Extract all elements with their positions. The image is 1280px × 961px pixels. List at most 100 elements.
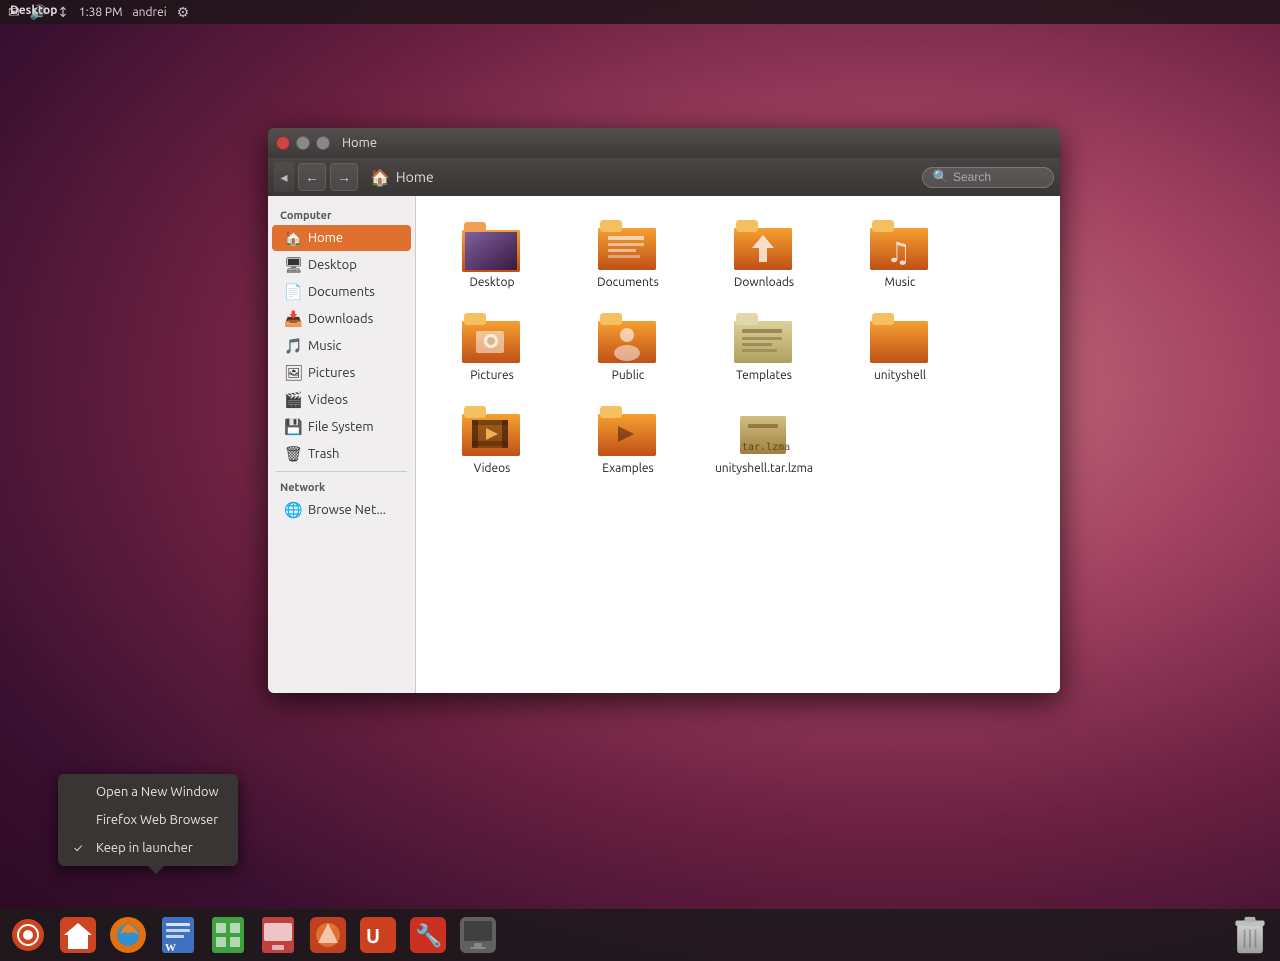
maximize-button[interactable] (316, 136, 330, 150)
minimize-button[interactable] (296, 136, 310, 150)
file-label-documents: Documents (597, 276, 659, 289)
sidebar-item-downloads[interactable]: 📥 Downloads (272, 306, 411, 332)
context-menu-label-new-window: Open a New Window (96, 785, 219, 799)
taskbar-icon-calc[interactable] (204, 911, 252, 959)
sidebar-item-browsenet-label: Browse Net... (308, 503, 386, 517)
taskbar-icon-tools[interactable]: 🔧 (404, 911, 452, 959)
file-item-public[interactable]: Public (568, 305, 688, 390)
sidebar-computer-label: Computer (268, 204, 415, 224)
taskbar-icon-firefox[interactable] (104, 911, 152, 959)
search-icon: 🔍 (933, 170, 949, 185)
taskbar-icon-impress[interactable] (254, 911, 302, 959)
network-browse-icon: 🌐 (284, 501, 302, 519)
file-item-desktop[interactable]: Desktop (432, 212, 552, 297)
sidebar-item-videos[interactable]: 🎬 Videos (272, 387, 411, 413)
context-menu-item-keep[interactable]: ✓ Keep in launcher (58, 834, 238, 862)
context-menu-label-keep: Keep in launcher (96, 841, 193, 855)
file-label-unityshell-tar: unityshell.tar.lzma (715, 462, 813, 475)
file-item-unityshell[interactable]: unityshell (840, 305, 960, 390)
window-title: Home (342, 136, 377, 150)
taskbar-icon-system[interactable] (4, 911, 52, 959)
close-button[interactable] (276, 136, 290, 150)
desktop-label: Desktop (10, 4, 57, 17)
desktop-folder-icon: 🖥 (284, 256, 302, 274)
file-item-videos[interactable]: Videos (432, 398, 552, 483)
taskbar-icon-home[interactable] (54, 911, 102, 959)
sidebar-item-desktop-label: Desktop (308, 258, 357, 272)
sidebar-item-browsenet[interactable]: 🌐 Browse Net... (272, 497, 411, 523)
path-bar: 🏠 Home (362, 168, 918, 187)
taskbar-icon-writer[interactable]: W (154, 911, 202, 959)
network-icon[interactable]: ↕ (57, 4, 69, 21)
file-item-pictures[interactable]: Pictures (432, 305, 552, 390)
titlebar: Home (268, 128, 1060, 158)
home-folder-icon: 🏠 (284, 229, 302, 247)
file-label-music: Music (885, 276, 916, 289)
file-item-unityshell-tar[interactable]: tar.lzma unityshell.tar.lzma (704, 398, 824, 483)
file-item-documents[interactable]: Documents (568, 212, 688, 297)
sidebar-item-videos-label: Videos (308, 393, 348, 407)
sidebar-item-trash[interactable]: 🗑 Trash (272, 441, 411, 467)
settings-icon[interactable]: ⚙ (177, 4, 190, 21)
taskbar-icon-thunderbird[interactable] (304, 911, 352, 959)
sidebar-item-pictures-label: Pictures (308, 366, 355, 380)
file-content-area: Desktop (416, 196, 1060, 693)
trash-folder-icon: 🗑 (284, 445, 302, 463)
file-label-desktop: Desktop (469, 276, 514, 289)
path-folder-icon: 🏠 (370, 168, 390, 187)
context-menu: Open a New Window Firefox Web Browser ✓ … (58, 774, 238, 866)
taskbar: W U (0, 909, 1280, 961)
file-item-templates[interactable]: Templates (704, 305, 824, 390)
sidebar-item-trash-label: Trash (308, 447, 339, 461)
sidebar-item-home[interactable]: 🏠 Home (272, 225, 411, 251)
sidebar-item-music-label: Music (308, 339, 342, 353)
taskbar-icon-display[interactable] (454, 911, 502, 959)
file-item-examples[interactable]: Examples (568, 398, 688, 483)
sidebar-item-desktop[interactable]: 🖥 Desktop (272, 252, 411, 278)
file-label-videos: Videos (474, 462, 511, 475)
sidebar-item-filesystem[interactable]: 💾 File System (272, 414, 411, 440)
sidebar-network-label: Network (268, 476, 415, 496)
username-display: andrei (133, 6, 167, 19)
context-menu-label-firefox: Firefox Web Browser (96, 813, 218, 827)
taskbar-icon-ubuntu-one[interactable]: U (354, 911, 402, 959)
top-bar: Desktop ✉ 🔊 ↕ 1:38 PM andrei ⚙ (0, 0, 1280, 24)
videos-folder-icon: 🎬 (284, 391, 302, 409)
file-label-pictures: Pictures (470, 369, 514, 382)
file-label-downloads: Downloads (734, 276, 794, 289)
sidebar-item-documents-label: Documents (308, 285, 375, 299)
sidebar-toggle-button[interactable]: ◂ (274, 162, 294, 192)
context-menu-item-firefox[interactable]: Firefox Web Browser (58, 806, 238, 834)
time-display: 1:38 PM (79, 6, 123, 19)
svg-text:tar.lzma: tar.lzma (742, 442, 790, 453)
back-button[interactable]: ← (298, 163, 326, 191)
search-box[interactable]: 🔍 (922, 167, 1054, 188)
svg-text:W: W (165, 942, 176, 954)
file-label-public: Public (612, 369, 645, 382)
context-menu-arrow (148, 866, 164, 874)
file-label-examples: Examples (602, 462, 653, 475)
documents-folder-icon: 📄 (284, 283, 302, 301)
pictures-folder-icon: 🖼 (284, 364, 302, 382)
svg-text:♫: ♫ (886, 237, 911, 268)
sidebar-item-music[interactable]: 🎵 Music (272, 333, 411, 359)
music-folder-icon: 🎵 (284, 337, 302, 355)
taskbar-trash-icon[interactable] (1228, 911, 1272, 959)
svg-text:🔧: 🔧 (415, 922, 442, 948)
check-keep: ✓ (74, 842, 88, 855)
sidebar-item-documents[interactable]: 📄 Documents (272, 279, 411, 305)
toolbar: ◂ ← → 🏠 Home 🔍 (268, 158, 1060, 196)
file-item-downloads[interactable]: Downloads (704, 212, 824, 297)
file-manager-body: Computer 🏠 Home 🖥 Desktop 📄 Documents 📥 … (268, 196, 1060, 693)
sidebar-item-pictures[interactable]: 🖼 Pictures (272, 360, 411, 386)
forward-button[interactable]: → (330, 163, 358, 191)
sidebar-item-filesystem-label: File System (308, 420, 374, 434)
context-menu-item-new-window[interactable]: Open a New Window (58, 778, 238, 806)
sidebar-divider (276, 471, 407, 472)
sidebar-item-downloads-label: Downloads (308, 312, 373, 326)
search-input[interactable] (953, 170, 1043, 184)
svg-text:U: U (366, 924, 380, 947)
sidebar: Computer 🏠 Home 🖥 Desktop 📄 Documents 📥 … (268, 196, 416, 693)
file-label-templates: Templates (736, 369, 792, 382)
file-item-music[interactable]: ♫ Music (840, 212, 960, 297)
